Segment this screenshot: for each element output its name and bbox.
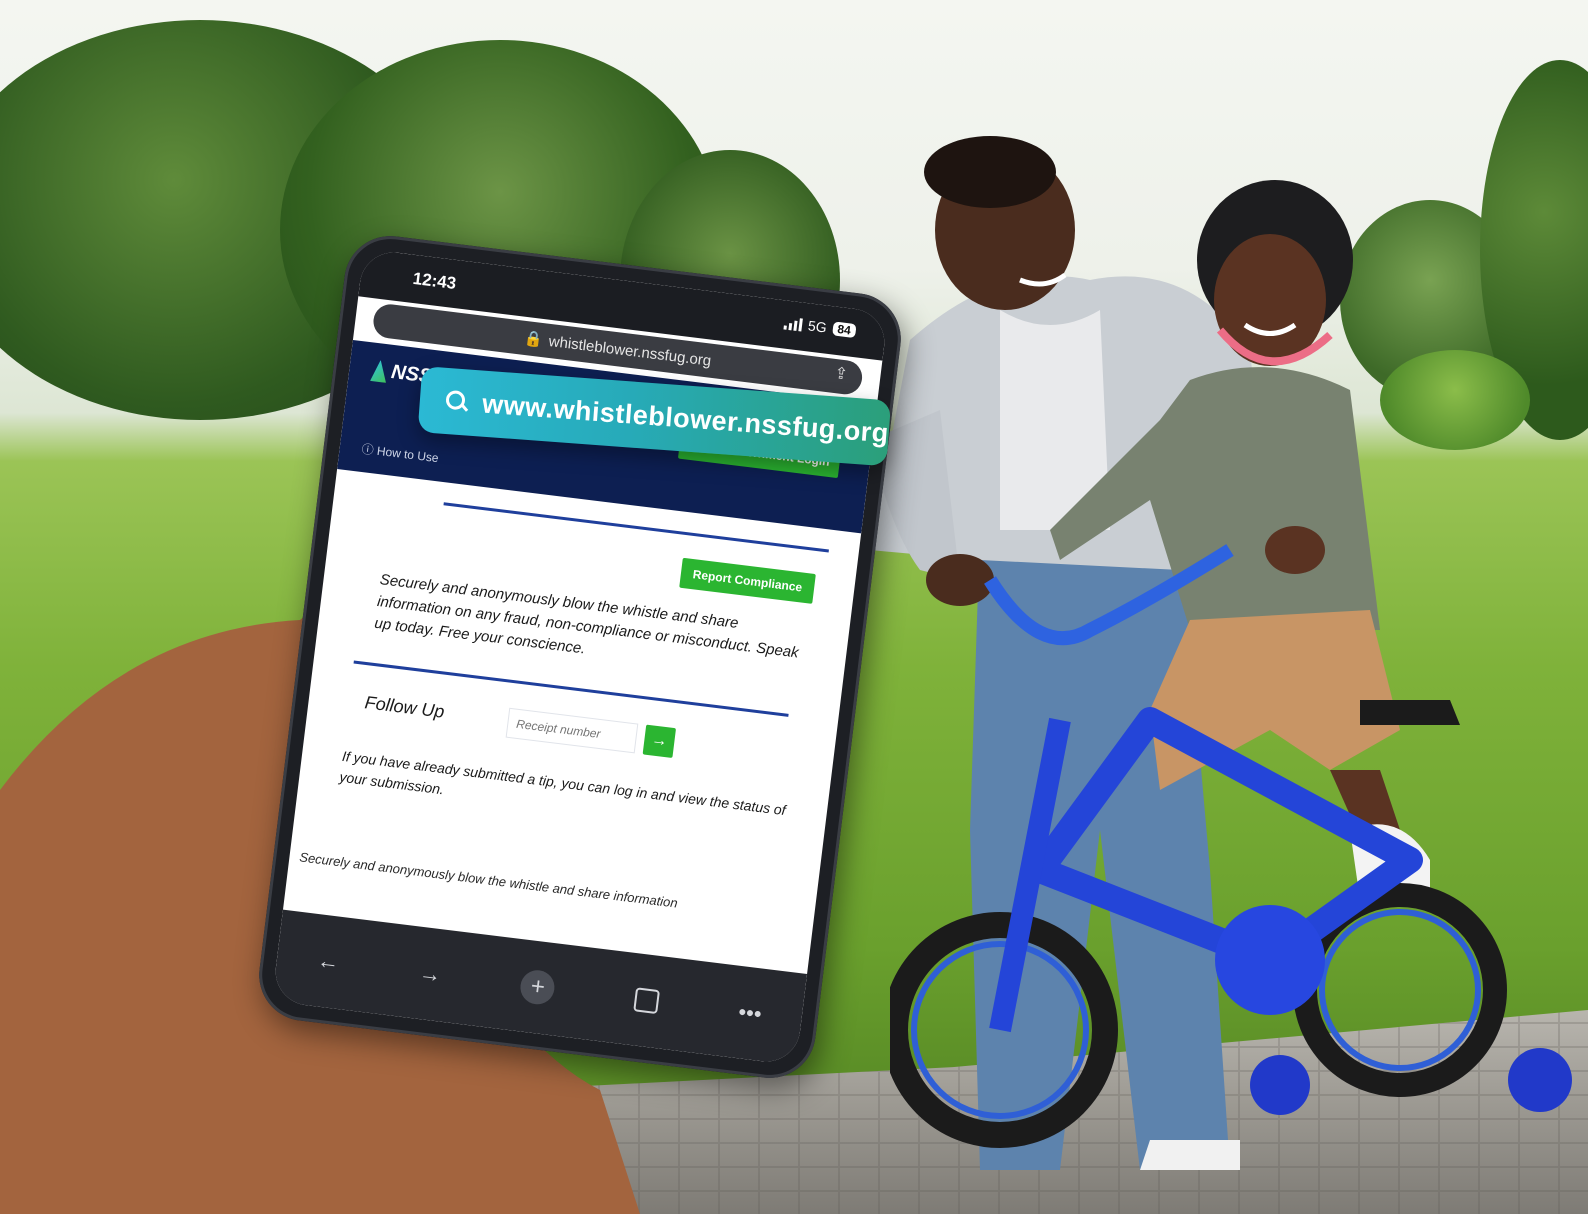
logo-mark-icon (370, 359, 389, 383)
smartphone: 12:43 5G 84 🔒 whistleblower.nssfug.org ⇪… (253, 230, 907, 1084)
new-tab-plus-icon[interactable]: + (518, 968, 557, 1007)
father-hair (924, 136, 1056, 208)
training-wheel-left (1250, 1055, 1310, 1115)
search-icon (443, 388, 469, 415)
callout-url-text: www.whistleblower.nssfug.org (481, 388, 890, 448)
status-time: 12:43 (411, 268, 458, 294)
signal-icon (783, 315, 803, 332)
report-compliance-button[interactable]: Report Compliance (679, 557, 816, 604)
more-options-icon[interactable]: ••• (737, 999, 763, 1028)
share-icon[interactable]: ⇪ (833, 363, 858, 388)
receipt-number-input[interactable] (505, 707, 639, 754)
forward-arrow-icon[interactable]: → (418, 960, 443, 988)
blue-bicycle (890, 544, 1572, 1148)
bike-handlebar (984, 544, 1234, 646)
status-indicators: 5G 84 (783, 314, 857, 339)
phone-screen: 12:43 5G 84 🔒 whistleblower.nssfug.org ⇪… (271, 248, 889, 1066)
training-wheel (1508, 1048, 1572, 1112)
lock-icon: 🔒 (523, 329, 544, 350)
follow-up-title: Follow Up (363, 692, 446, 722)
how-to-use-link[interactable]: ⓘ How to Use (361, 440, 440, 466)
rear-rim (1319, 909, 1481, 1071)
battery-icon: 84 (831, 321, 857, 339)
follow-up-submit-button[interactable]: → (642, 724, 677, 759)
browser-url-text: whistleblower.nssfug.org (547, 332, 713, 370)
chain-guard (1215, 905, 1325, 1015)
footer-description: Securely and anonymously blow the whistl… (298, 849, 679, 911)
bike-seat (1360, 700, 1460, 725)
back-arrow-icon[interactable]: ← (316, 947, 341, 975)
how-to-use-label: How to Use (376, 443, 440, 466)
network-type: 5G (807, 317, 828, 336)
tabs-icon[interactable] (633, 987, 661, 1015)
follow-up-description: If you have already submitted a tip, you… (338, 747, 787, 819)
